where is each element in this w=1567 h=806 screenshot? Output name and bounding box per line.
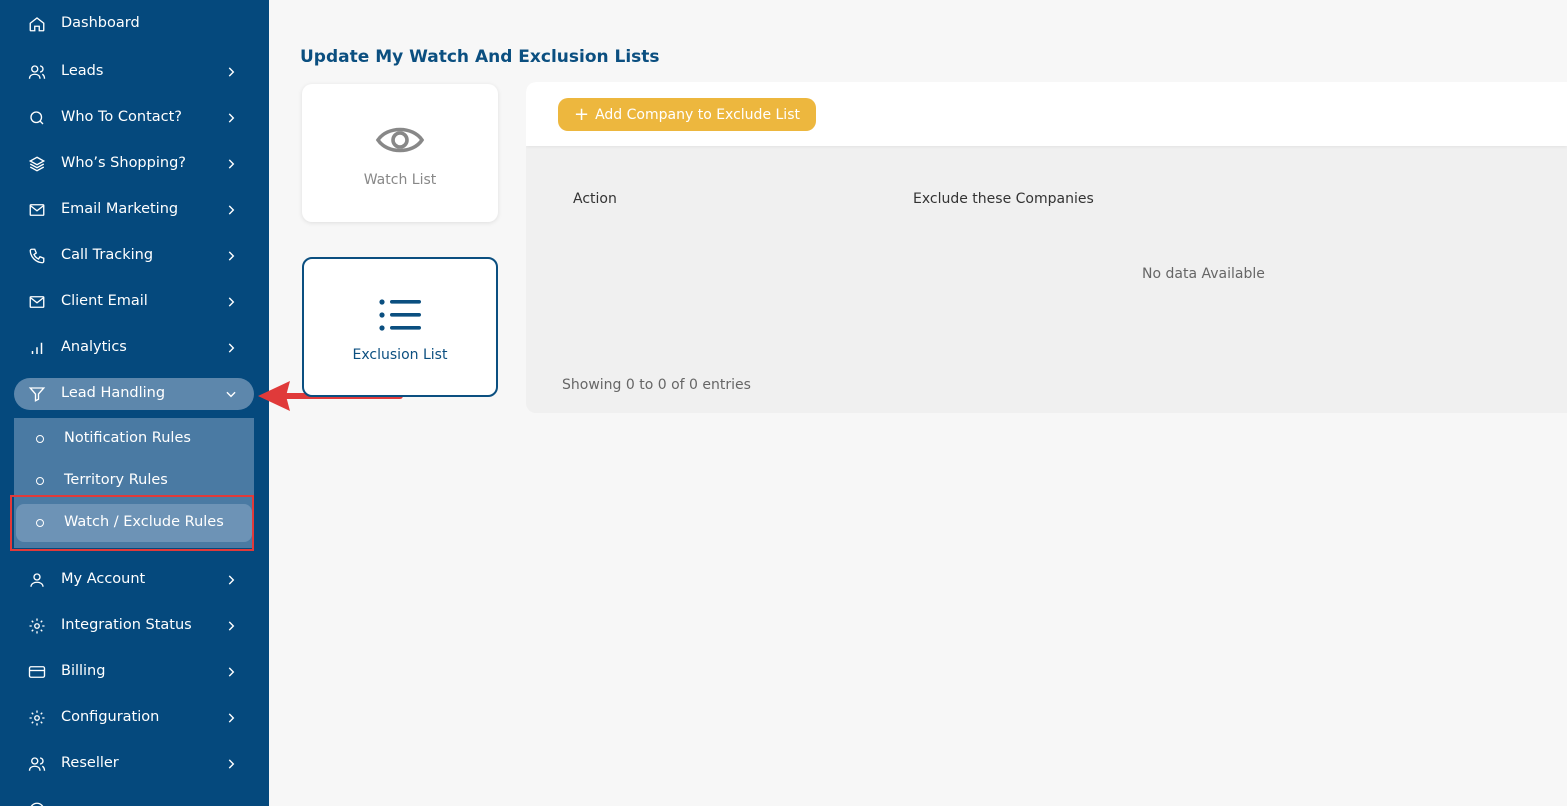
users-icon [28,65,46,79]
layers-icon [28,156,46,172]
eye-icon [375,127,425,153]
chevron-right-icon [228,343,235,353]
filter-icon [28,387,46,402]
chevron-right-icon [228,159,235,169]
help-circle-icon [30,802,44,806]
sidebar-item-label: Leads [61,63,104,79]
table-entries-info: Showing 0 to 0 of 0 entries [562,377,751,393]
submenu-item-notification-rules[interactable]: Notification Rules [14,420,254,458]
chevron-down-icon [226,391,236,398]
highlight-annotation-box [10,495,254,551]
chevron-right-icon [228,113,235,123]
sidebar-item-label: Configuration [61,709,160,725]
circle-bullet-icon [36,435,44,443]
sidebar-item-label: Dashboard [61,15,140,31]
sidebar-item-billing[interactable]: Billing [14,656,254,688]
gear-icon [29,618,45,634]
sidebar-item-label: Integration Status [61,617,192,633]
sidebar-item-analytics[interactable]: Analytics [14,332,254,364]
sidebar-item-call-tracking[interactable]: Call Tracking [14,240,254,272]
mail-icon [29,296,45,308]
search-icon [30,111,44,125]
sidebar-item-lead-handling[interactable]: Lead Handling [14,378,254,410]
sidebar-item-my-account[interactable]: My Account [14,564,254,596]
home-icon [29,17,45,32]
mail-icon [29,204,45,216]
sidebar-item-label: Client Email [61,293,148,309]
plus-icon: + [574,103,590,125]
chevron-right-icon [228,621,235,631]
sidebar-item-label: Who To Contact? [61,109,182,125]
sidebar-item-client-email[interactable]: Client Email [14,286,254,318]
sidebar-item-whos-shopping[interactable]: Who’s Shopping? [14,148,254,180]
circle-bullet-icon [36,477,44,485]
sidebar-item-label: Reseller [61,755,119,771]
chevron-right-icon [228,251,235,261]
sidebar-item-label: Who’s Shopping? [61,155,186,171]
chevron-right-icon [228,575,235,585]
column-header-action[interactable]: Action [573,191,617,207]
credit-card-icon [28,666,46,678]
watch-list-card[interactable]: Watch List [302,84,498,222]
chevron-right-icon [228,667,235,677]
exclusion-list-label: Exclusion List [352,347,448,363]
submenu-item-label: Notification Rules [64,430,191,446]
bar-chart-icon [31,342,43,354]
exclusion-list-card[interactable]: Exclusion List [302,257,498,397]
user-icon [30,573,44,587]
submenu-item-label: Territory Rules [64,472,168,488]
sidebar-item-label: Call Tracking [61,247,154,263]
sidebar-item-label: My Account [61,571,146,587]
users-icon [28,757,46,771]
sidebar-item-integration-status[interactable]: Integration Status [14,610,254,642]
panel-toolbar: + Add Company to Exclude List [526,82,1567,146]
chevron-right-icon [228,713,235,723]
list-icon [379,299,421,331]
chevron-right-icon [228,67,235,77]
sidebar-item-partial[interactable] [14,794,254,806]
empty-state-text: No data Available [1142,266,1265,282]
exclusion-list-panel: + Add Company to Exclude List Action Exc… [526,82,1567,413]
add-company-button-label: Add Company to Exclude List [595,106,800,123]
sidebar-item-leads[interactable]: Leads [14,56,254,88]
add-company-button[interactable]: + Add Company to Exclude List [558,98,816,131]
sidebar-item-reseller[interactable]: Reseller [14,748,254,780]
sidebar-item-label: Email Marketing [61,201,179,217]
watch-list-label: Watch List [363,172,437,188]
chevron-right-icon [228,205,235,215]
sidebar-item-dashboard[interactable]: Dashboard [14,8,254,40]
sidebar-item-email-marketing[interactable]: Email Marketing [14,194,254,226]
sidebar-item-label: Analytics [61,339,127,355]
phone-icon [29,248,45,264]
sidebar-item-who-to-contact[interactable]: Who To Contact? [14,102,254,134]
sidebar-item-label: Lead Handling [61,385,166,401]
page-title: Update My Watch And Exclusion Lists [300,47,660,68]
chevron-right-icon [228,297,235,307]
sidebar: Dashboard Leads Who To Contact? Who’s Sh… [0,0,269,806]
column-header-exclude-companies[interactable]: Exclude these Companies [913,191,1094,207]
chevron-right-icon [228,759,235,769]
gear-icon [29,710,45,726]
sidebar-item-label: Billing [61,663,106,679]
sidebar-item-configuration[interactable]: Configuration [14,702,254,734]
